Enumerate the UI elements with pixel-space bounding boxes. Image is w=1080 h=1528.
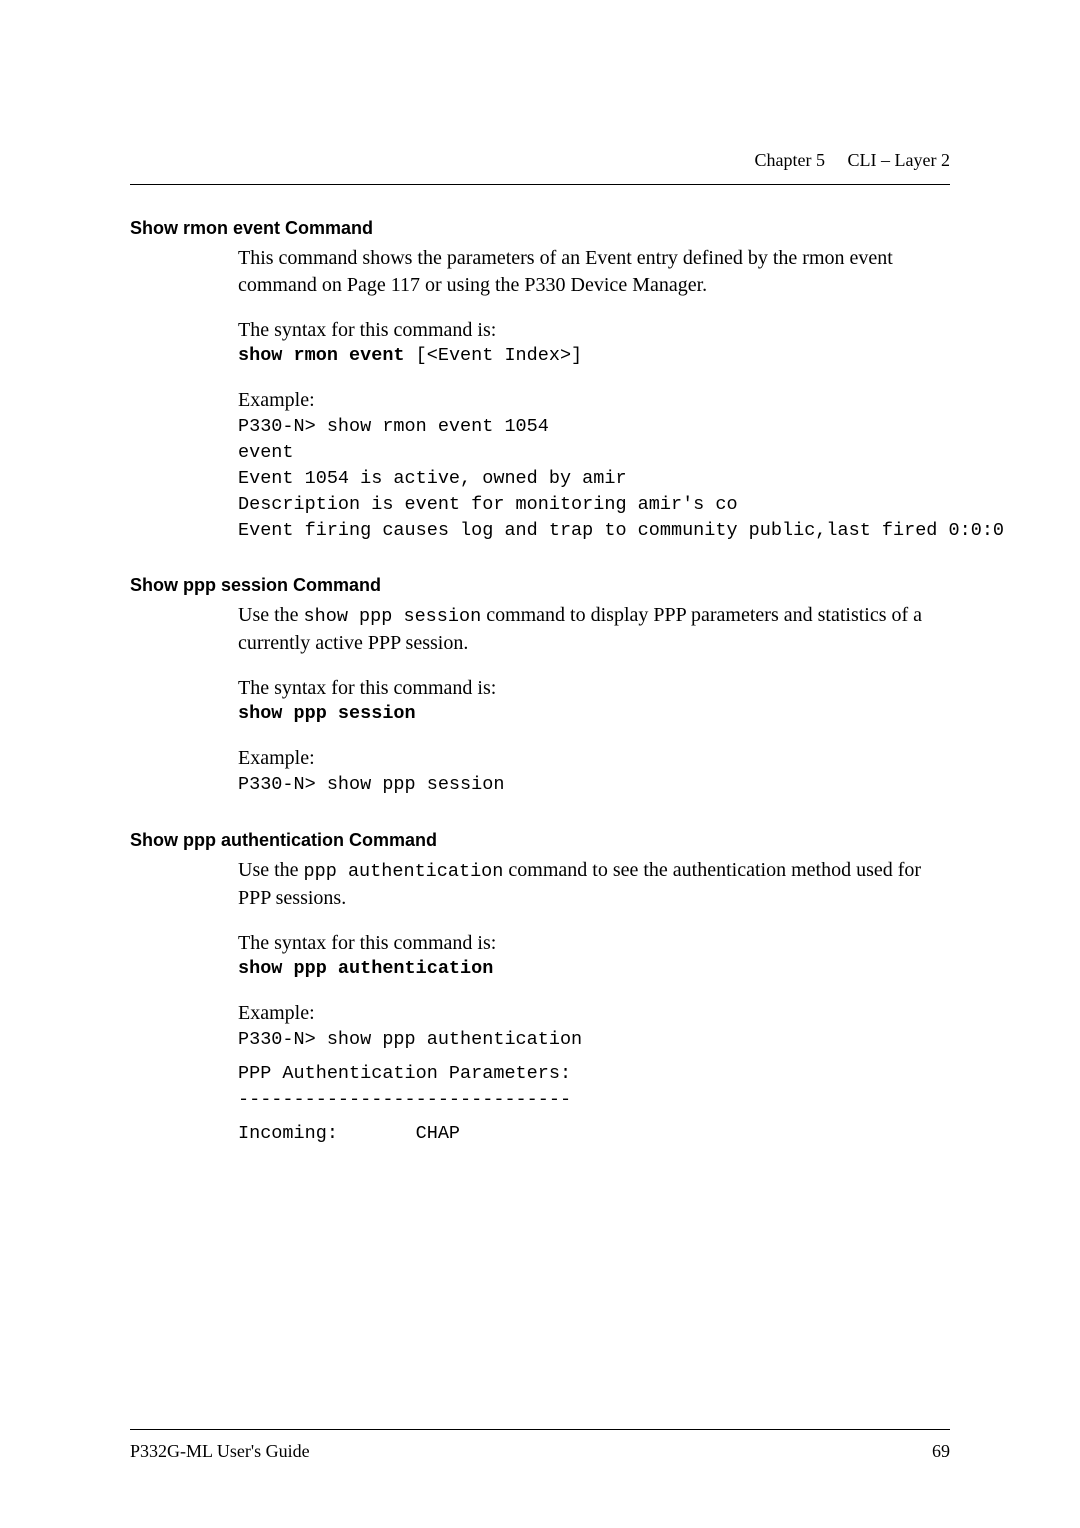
content-area: Show rmon event Command This command sho… bbox=[130, 218, 950, 1147]
syntax-command: show ppp session bbox=[238, 702, 950, 727]
spacer bbox=[238, 1053, 950, 1061]
example-line: P330-N> show rmon event 1054 bbox=[238, 414, 950, 440]
section-body-rmon: This command shows the parameters of an … bbox=[238, 245, 950, 543]
example-line: event bbox=[238, 440, 950, 466]
example-label: Example: bbox=[238, 1000, 950, 1027]
intro-code: ppp authentication bbox=[304, 861, 504, 882]
syntax-bold: show rmon event bbox=[238, 345, 405, 366]
syntax-label: The syntax for this command is: bbox=[238, 930, 950, 957]
intro-code: show ppp session bbox=[304, 606, 482, 627]
section-body-ppp-session: Use the show ppp session command to disp… bbox=[238, 602, 950, 798]
chapter-title: CLI – Layer 2 bbox=[848, 150, 950, 170]
syntax-command: show rmon event [<Event Index>] bbox=[238, 344, 950, 369]
spacer bbox=[238, 1113, 950, 1121]
section-heading-ppp-session: Show ppp session Command bbox=[130, 575, 950, 596]
example-line: PPP Authentication Parameters: bbox=[238, 1061, 950, 1087]
intro-pre: Use the bbox=[238, 604, 304, 626]
syntax-bold: show ppp authentication bbox=[238, 958, 493, 979]
section-heading-ppp-auth: Show ppp authentication Command bbox=[130, 830, 950, 851]
example-line: Description is event for monitoring amir… bbox=[238, 492, 950, 518]
example-label: Example: bbox=[238, 387, 950, 414]
example-line: ------------------------------ bbox=[238, 1087, 950, 1113]
intro-text: This command shows the parameters of an … bbox=[238, 245, 950, 299]
chapter-number: Chapter 5 bbox=[755, 150, 825, 170]
example-line: Event firing causes log and trap to comm… bbox=[238, 518, 950, 544]
syntax-label: The syntax for this command is: bbox=[238, 317, 950, 344]
example-line: P330-N> show ppp session bbox=[238, 772, 950, 798]
syntax-rest: [<Event Index>] bbox=[405, 345, 583, 366]
intro-text: Use the show ppp session command to disp… bbox=[238, 602, 950, 657]
section-body-ppp-auth: Use the ppp authentication command to se… bbox=[238, 857, 950, 1147]
section-heading-rmon: Show rmon event Command bbox=[130, 218, 950, 239]
example-line: Event 1054 is active, owned by amir bbox=[238, 466, 950, 492]
syntax-bold: show ppp session bbox=[238, 703, 416, 724]
intro-text: Use the ppp authentication command to se… bbox=[238, 857, 950, 912]
example-line: Incoming: CHAP bbox=[238, 1121, 950, 1147]
page: Chapter 5 CLI – Layer 2 Show rmon event … bbox=[0, 0, 1080, 1528]
syntax-label: The syntax for this command is: bbox=[238, 675, 950, 702]
example-line: P330-N> show ppp authentication bbox=[238, 1027, 950, 1053]
footer-page-number: 69 bbox=[932, 1441, 950, 1462]
footer-rule bbox=[130, 1429, 950, 1430]
header-rule bbox=[130, 184, 950, 185]
footer-guide-title: P332G-ML User's Guide bbox=[130, 1441, 310, 1462]
syntax-command: show ppp authentication bbox=[238, 957, 950, 982]
example-label: Example: bbox=[238, 745, 950, 772]
spacer bbox=[130, 798, 950, 830]
intro-pre: Use the bbox=[238, 859, 304, 881]
page-header: Chapter 5 CLI – Layer 2 bbox=[755, 150, 950, 171]
spacer bbox=[130, 543, 950, 575]
